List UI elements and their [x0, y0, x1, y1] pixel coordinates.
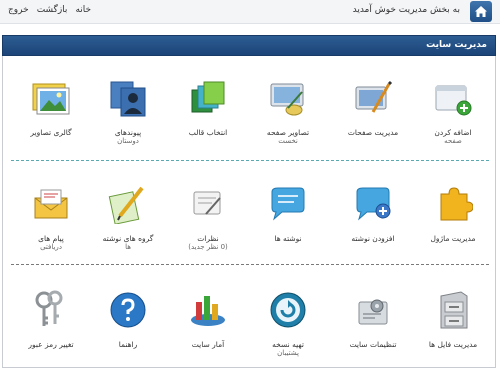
tile-messages[interactable]: پیام های دریافتی [11, 162, 91, 258]
comment-edit-icon [193, 191, 221, 215]
tile-label: انتخاب قالب [188, 128, 228, 137]
home-button[interactable] [470, 1, 492, 22]
tile-label: مدیریت فایل ها [428, 340, 478, 349]
tile-label: پیام های [38, 234, 64, 243]
tile-file-manage[interactable]: مدیریت فایل ها [413, 268, 493, 364]
row-separator [11, 160, 489, 161]
add-comment-icon [356, 187, 391, 221]
tile-posts[interactable]: نوشته ها [248, 162, 328, 258]
tile-sublabel: ها [125, 243, 131, 251]
users-icon [110, 81, 146, 117]
tile-label: مدیریت ماژول [430, 234, 476, 243]
home-link[interactable]: خانه [75, 5, 91, 15]
tile-gallery[interactable]: گالری تصاویر [11, 56, 91, 152]
tile-sublabel: دوستان [117, 137, 139, 145]
tile-label: مدیریت صفحات [347, 128, 399, 137]
tile-add-post[interactable]: افزودن نوشته [333, 162, 413, 258]
manage-pages-icon [355, 80, 393, 113]
top-bar: به بخش مدیریت خوش آمدید خانه بازگشت خروج [0, 0, 500, 24]
top-links: خانه بازگشت خروج [8, 5, 91, 15]
tile-row-2: مدیریت ماژول افزودن نوشته نوشته ها نظرات… [3, 162, 497, 262]
tile-label: آمار سایت [191, 340, 225, 349]
puzzle-icon [440, 187, 473, 221]
tile-module-manage[interactable]: مدیریت ماژول [413, 162, 493, 258]
tile-comments[interactable]: نظرات (0 نظر جدید) [168, 162, 248, 258]
file-cabinet-icon [440, 291, 468, 329]
tile-choose-template[interactable]: انتخاب قالب [168, 56, 248, 152]
back-link[interactable]: بازگشت [37, 5, 68, 15]
tile-homepage-images[interactable]: تصاویر صفحه نخست [248, 56, 328, 152]
tile-friend-links[interactable]: پیوندهای دوستان [88, 56, 168, 152]
tile-label: افزودن نوشته [351, 234, 395, 243]
panel-header: مدیریت سایت [2, 35, 496, 56]
tile-change-password[interactable]: تغییر رمز عبور [11, 268, 91, 364]
tile-sublabel: (0 نظر جدید) [188, 243, 228, 251]
tile-sublabel: دریافتی [40, 243, 62, 251]
homepage-images-icon [270, 83, 304, 116]
notepad-pencil-icon [108, 186, 144, 224]
logout-link[interactable]: خروج [8, 5, 29, 15]
tile-label: گروه های نوشته [102, 234, 154, 243]
tile-stats[interactable]: آمار سایت [168, 268, 248, 364]
tile-row-3: مدیریت فایل ها تنظیمات سایت تهیه نسخه پش… [3, 268, 497, 368]
tile-add-page[interactable]: اضافه کردن صفحه [413, 56, 493, 152]
help-icon [110, 292, 146, 328]
tile-backup[interactable]: تهیه نسخه پشتیبان [248, 268, 328, 364]
tile-label: نوشته ها [274, 234, 302, 243]
keys-icon [35, 290, 63, 326]
row-separator [11, 264, 489, 265]
tile-sublabel: صفحه [444, 137, 462, 145]
gallery-icon [32, 83, 70, 115]
chat-bubble-icon [271, 187, 305, 221]
tile-label: تهیه نسخه [272, 340, 304, 349]
panel-title: مدیریت سایت [426, 40, 487, 50]
tile-label: نظرات [197, 234, 219, 243]
tile-label: اضافه کردن [434, 128, 472, 137]
welcome-text: به بخش مدیریت خوش آمدید [352, 5, 460, 15]
tile-label: گالری تصاویر [30, 128, 72, 137]
tile-sublabel: پشتیبان [277, 349, 299, 357]
tile-label: تغییر رمز عبور [28, 340, 74, 349]
tile-sublabel: نخست [278, 137, 298, 145]
backup-icon [270, 292, 306, 328]
bar-chart-icon [191, 296, 225, 326]
settings-icon [358, 299, 388, 325]
tile-label: تصاویر صفحه [266, 128, 310, 137]
template-icon [191, 81, 225, 113]
tile-guides[interactable]: راهنما [88, 268, 168, 364]
envelope-icon [34, 189, 68, 219]
add-page-icon [435, 85, 472, 116]
tile-label: راهنما [118, 340, 138, 349]
tile-site-settings[interactable]: تنظیمات سایت [333, 268, 413, 364]
tile-post-groups[interactable]: گروه های نوشته ها [88, 162, 168, 258]
tile-label: پیوندهای [114, 128, 142, 137]
tile-manage-pages[interactable]: مدیریت صفحات [333, 56, 413, 152]
tile-label: تنظیمات سایت [349, 340, 397, 349]
tile-row-1: اضافه کردن صفحه مدیریت صفحات تصاویر صفحه… [3, 56, 497, 156]
panel-body: اضافه کردن صفحه مدیریت صفحات تصاویر صفحه… [2, 56, 496, 368]
home-icon [475, 6, 487, 17]
